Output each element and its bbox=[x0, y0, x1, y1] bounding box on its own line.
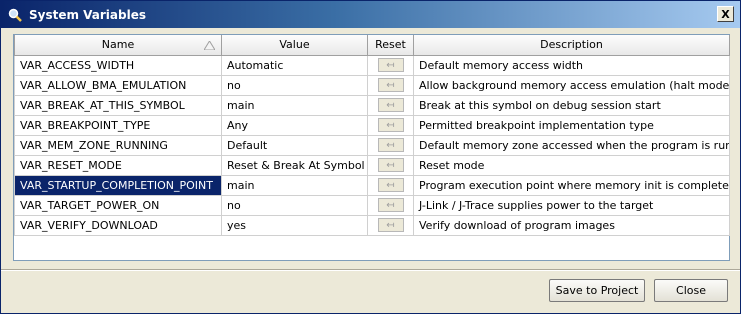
variable-description-cell: Break at this symbol on debug session st… bbox=[413, 94, 730, 116]
reset-cell: ↤ bbox=[367, 174, 414, 196]
variable-value-cell[interactable]: no bbox=[221, 194, 368, 216]
table-row[interactable]: VAR_BREAKPOINT_TYPE Any ↤ Permitted breakpo… bbox=[14, 114, 730, 136]
variable-name-cell[interactable]: VAR_TARGET_POWER_ON bbox=[14, 194, 222, 216]
variable-name-cell[interactable]: VAR_RESET_MODE bbox=[14, 154, 222, 176]
reset-arrow-icon[interactable]: ↤ bbox=[377, 178, 404, 192]
variable-description-cell: Permitted breakpoint implementation type bbox=[413, 114, 730, 136]
reset-cell: ↤ bbox=[367, 114, 414, 136]
reset-cell: ↤ bbox=[367, 94, 414, 116]
table-row[interactable]: VAR_ALLOW_BMA_EMULATION no ↤ Allow backgrou… bbox=[14, 74, 730, 96]
table-row[interactable]: VAR_VERIFY_DOWNLOAD yes ↤ Verify download o… bbox=[14, 214, 730, 236]
variable-value-cell[interactable]: yes bbox=[221, 214, 368, 236]
variables-table: Name Value Reset Description VAR_ACCESS_… bbox=[14, 35, 730, 236]
variable-value-cell[interactable]: Default bbox=[221, 134, 368, 156]
variable-value-cell[interactable]: no bbox=[221, 74, 368, 96]
variable-name-cell[interactable]: VAR_ACCESS_WIDTH bbox=[14, 54, 222, 76]
reset-arrow-icon[interactable]: ↤ bbox=[377, 118, 404, 132]
column-header-reset[interactable]: Reset bbox=[367, 35, 414, 56]
variable-value-cell[interactable]: Automatic bbox=[221, 54, 368, 76]
variable-description-cell: Verify download of program images bbox=[413, 214, 730, 236]
magnifier-icon bbox=[7, 7, 23, 23]
variable-name-cell[interactable]: VAR_VERIFY_DOWNLOAD bbox=[14, 214, 222, 236]
reset-arrow-icon[interactable]: ↤ bbox=[377, 218, 404, 232]
variable-value-cell[interactable]: Any bbox=[221, 114, 368, 136]
variables-grid: Name Value Reset Description VAR_ACCESS_… bbox=[13, 34, 730, 261]
reset-arrow-icon[interactable]: ↤ bbox=[377, 98, 404, 112]
variable-value-cell[interactable]: Reset & Break At Symbol bbox=[221, 154, 368, 176]
table-row[interactable]: VAR_BREAK_AT_THIS_SYMBOL main ↤ Break at th… bbox=[14, 94, 730, 116]
variable-name-cell[interactable]: VAR_BREAKPOINT_TYPE bbox=[14, 114, 222, 136]
variable-value-cell[interactable]: main bbox=[221, 94, 368, 116]
reset-cell: ↤ bbox=[367, 74, 414, 96]
variable-value-cell[interactable]: main bbox=[221, 174, 368, 196]
footer-divider bbox=[1, 269, 740, 271]
variable-description-cell: Allow background memory access emulation… bbox=[413, 74, 730, 96]
save-to-project-button[interactable]: Save to Project bbox=[549, 279, 645, 302]
window-title: System Variables bbox=[29, 7, 147, 22]
reset-arrow-icon[interactable]: ↤ bbox=[377, 138, 404, 152]
variable-description-cell: Reset mode bbox=[413, 154, 730, 176]
table-row[interactable]: VAR_ACCESS_WIDTH Automatic ↤ Default memory… bbox=[14, 54, 730, 76]
table-row[interactable]: VAR_TARGET_POWER_ON no ↤ J-Link / J-Trace s… bbox=[14, 194, 730, 216]
reset-cell: ↤ bbox=[367, 134, 414, 156]
variable-name-cell[interactable]: VAR_STARTUP_COMPLETION_POINT bbox=[14, 174, 222, 196]
column-header-value[interactable]: Value bbox=[221, 35, 368, 56]
reset-cell: ↤ bbox=[367, 214, 414, 236]
reset-arrow-icon[interactable]: ↤ bbox=[377, 78, 404, 92]
variable-name-cell[interactable]: VAR_MEM_ZONE_RUNNING bbox=[14, 134, 222, 156]
reset-arrow-icon[interactable]: ↤ bbox=[377, 158, 404, 172]
variable-name-cell[interactable]: VAR_ALLOW_BMA_EMULATION bbox=[14, 74, 222, 96]
variable-description-cell: Default memory access width bbox=[413, 54, 730, 76]
reset-cell: ↤ bbox=[367, 54, 414, 76]
column-header-description[interactable]: Description bbox=[413, 35, 730, 56]
reset-arrow-icon[interactable]: ↤ bbox=[377, 198, 404, 212]
reset-cell: ↤ bbox=[367, 154, 414, 176]
table-row[interactable]: VAR_RESET_MODE Reset & Break At Symbol ↤ Re… bbox=[14, 154, 730, 176]
variable-description-cell: Program execution point where memory ini… bbox=[413, 174, 730, 196]
reset-arrow-icon[interactable]: ↤ bbox=[377, 58, 404, 72]
close-icon[interactable]: X bbox=[717, 6, 734, 22]
sort-ascending-icon bbox=[203, 40, 216, 53]
title-bar[interactable]: System Variables X bbox=[1, 1, 740, 28]
variable-name-cell[interactable]: VAR_BREAK_AT_THIS_SYMBOL bbox=[14, 94, 222, 116]
system-variables-dialog: System Variables X Name Value Reset Desc… bbox=[0, 0, 741, 314]
close-button[interactable]: Close bbox=[654, 279, 728, 302]
table-row[interactable]: VAR_MEM_ZONE_RUNNING Default ↤ Default memo… bbox=[14, 134, 730, 156]
column-header-name[interactable]: Name bbox=[14, 35, 222, 56]
variable-description-cell: Default memory zone accessed when the pr… bbox=[413, 134, 730, 156]
reset-cell: ↤ bbox=[367, 194, 414, 216]
table-header-row: Name Value Reset Description bbox=[14, 35, 730, 56]
table-row[interactable]: VAR_STARTUP_COMPLETION_POINT main ↤ Program… bbox=[14, 174, 730, 196]
variable-description-cell: J-Link / J-Trace supplies power to the t… bbox=[413, 194, 730, 216]
